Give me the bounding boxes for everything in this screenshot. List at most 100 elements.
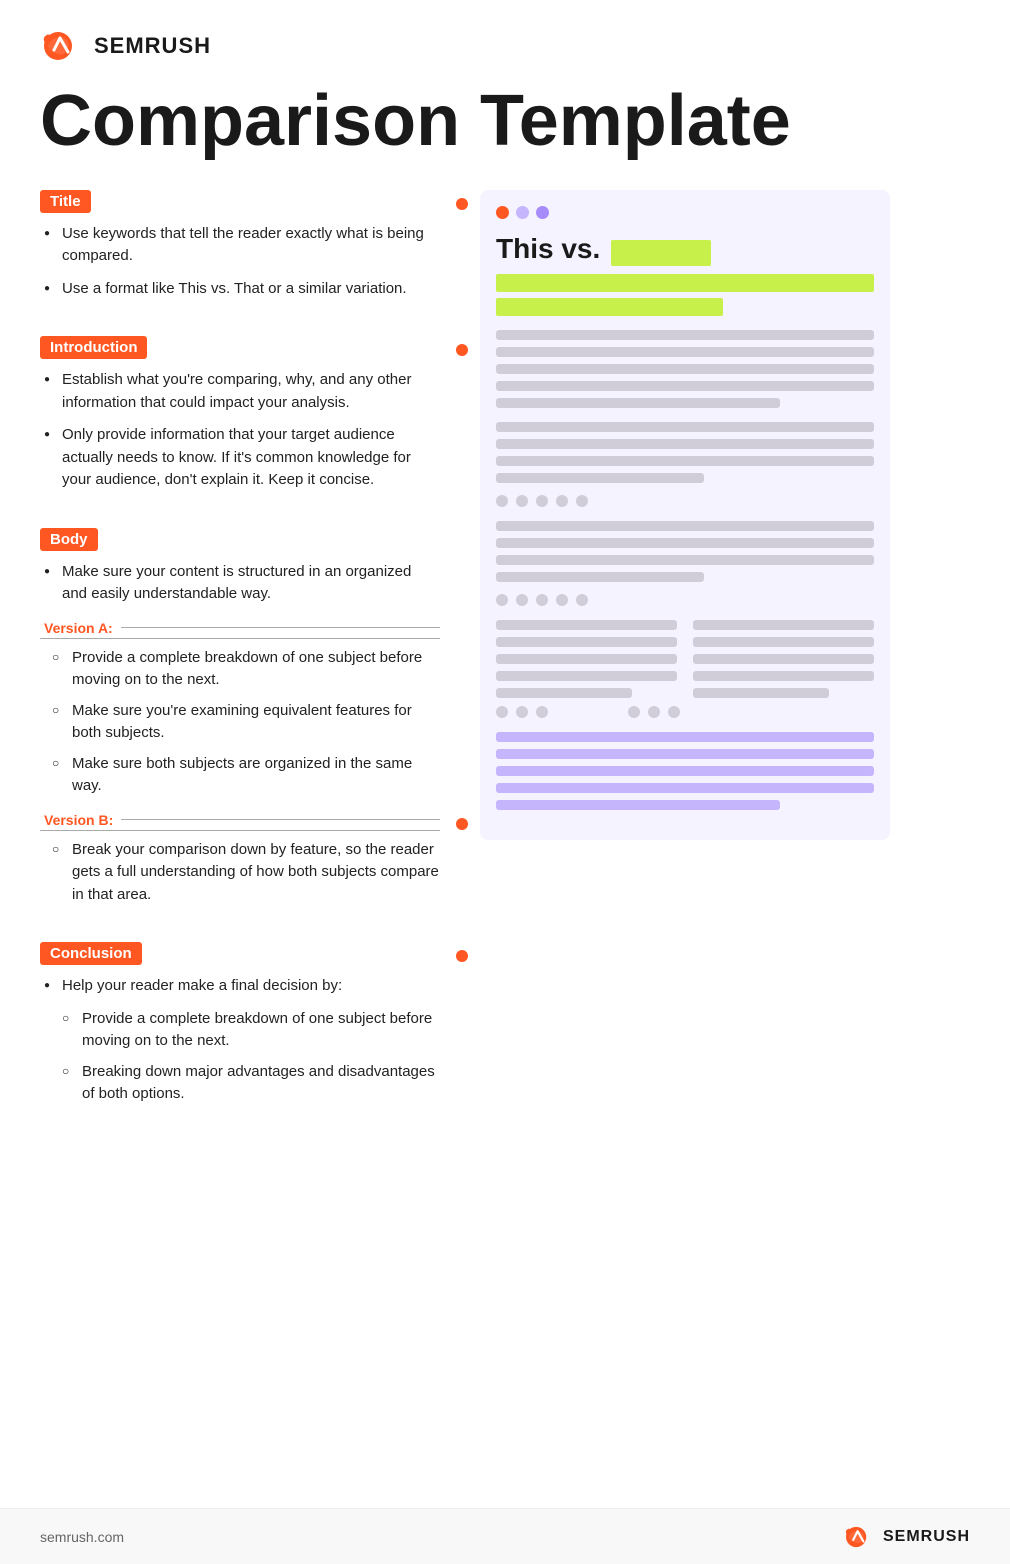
title-section: Title Use keywords that tell the reader … [40, 190, 440, 301]
dot-sm [536, 495, 548, 507]
dot-sm [496, 594, 508, 606]
gray-line-lavender [496, 766, 874, 776]
version-a-label: Version A: [40, 620, 440, 639]
version-a-item-3: Make sure both subjects are organized in… [50, 753, 440, 798]
dot-sm [628, 706, 640, 718]
mockup-green-bar-2 [496, 298, 723, 316]
body-intro-bullets: Make sure your content is structured in … [40, 561, 440, 606]
title-bullet-1: Use keywords that tell the reader exactl… [40, 223, 440, 268]
semrush-logo-icon [40, 28, 84, 64]
introduction-section: Introduction Establish what you're compa… [40, 336, 440, 492]
gray-line [496, 439, 874, 449]
browser-dots [496, 206, 874, 219]
body-section: Body Make sure your content is structure… [40, 528, 440, 907]
dots-row-left [496, 706, 548, 718]
version-a-item-2: Make sure you're examining equivalent fe… [50, 700, 440, 745]
gray-line [496, 572, 704, 582]
mockup-two-col-section [496, 620, 874, 718]
gray-line [496, 671, 677, 681]
browser-dot-1 [496, 206, 509, 219]
mockup-body-lines-2 [496, 521, 874, 606]
dot-sm [668, 706, 680, 718]
version-b-item-1: Break your comparison down by feature, s… [50, 839, 440, 907]
conclusion-intro-bullets: Help your reader make a final decision b… [40, 975, 440, 998]
gray-line [496, 381, 874, 391]
title-label: Title [40, 190, 91, 213]
gray-line-lavender [496, 800, 780, 810]
dot-sm [576, 594, 588, 606]
body-label: Body [40, 528, 98, 551]
mockup-title-highlight [611, 240, 711, 266]
footer-brand-name: SEMRUSH [883, 1528, 970, 1546]
gray-line [496, 330, 874, 340]
dots-row-2 [496, 594, 874, 606]
gray-line [496, 688, 632, 698]
gray-line [496, 521, 874, 531]
mockup-body-lines-1 [496, 422, 874, 507]
conclusion-label: Conclusion [40, 942, 142, 965]
intro-bullet-2: Only provide information that your targe… [40, 424, 440, 492]
mockup-intro-lines [496, 330, 874, 408]
dot-sm [496, 495, 508, 507]
dot-sm [516, 495, 528, 507]
gray-line [693, 688, 829, 698]
left-column: Title Use keywords that tell the reader … [40, 190, 460, 1142]
dot-sm [576, 495, 588, 507]
intro-label: Introduction [40, 336, 147, 359]
dot-sm [496, 706, 508, 718]
title-bullets: Use keywords that tell the reader exactl… [40, 223, 440, 301]
conclusion-section: Conclusion Help your reader make a final… [40, 942, 440, 1106]
gray-line [496, 347, 874, 357]
intro-bullet-1: Establish what you're comparing, why, an… [40, 369, 440, 414]
conclusion-item-2: Breaking down major advantages and disad… [60, 1061, 440, 1106]
mockup-title-section: This vs. [496, 233, 874, 317]
browser-dot-3 [536, 206, 549, 219]
col-lines-right [693, 620, 874, 698]
gray-line [496, 422, 874, 432]
col-lines-left [496, 620, 677, 698]
gray-line [693, 637, 874, 647]
title-bullet-2: Use a format like This vs. That or a sim… [40, 278, 440, 301]
conclusion-intro-bullet: Help your reader make a final decision b… [40, 975, 440, 998]
gray-line [496, 364, 874, 374]
right-column-mockup: This vs. [480, 190, 920, 841]
gray-line [496, 555, 874, 565]
gray-line [693, 671, 874, 681]
gray-lines-body1 [496, 422, 874, 483]
gray-line [693, 654, 874, 664]
dot-sm [536, 706, 548, 718]
content-area: Title Use keywords that tell the reader … [0, 190, 1010, 1142]
browser-dot-2 [516, 206, 529, 219]
gray-line [496, 456, 874, 466]
gray-line-lavender [496, 783, 874, 793]
mockup-conclusion-lines [496, 732, 874, 810]
brand-name: SEMRUSH [94, 33, 211, 59]
gray-line [693, 620, 874, 630]
connector-dot-intro [456, 344, 468, 356]
gray-line [496, 620, 677, 630]
gray-line [496, 654, 677, 664]
gray-line [496, 473, 704, 483]
header: SEMRUSH [0, 0, 1010, 74]
dot-sm [648, 706, 660, 718]
gray-line [496, 398, 780, 408]
gray-lines-conclusion [496, 732, 874, 810]
version-a-item-1: Provide a complete breakdown of one subj… [50, 647, 440, 692]
gray-line-lavender [496, 732, 874, 742]
version-b-list: Break your comparison down by feature, s… [40, 839, 440, 907]
dot-sm [516, 594, 528, 606]
gray-lines-intro [496, 330, 874, 408]
footer-logo-icon [843, 1524, 875, 1550]
gray-line-lavender [496, 749, 874, 759]
footer-logo: SEMRUSH [843, 1524, 970, 1550]
dot-sm [556, 594, 568, 606]
connector-dot-title [456, 198, 468, 210]
dot-sm [536, 594, 548, 606]
gray-line [496, 538, 874, 548]
conclusion-sub-list: Provide a complete breakdown of one subj… [50, 1008, 440, 1106]
dot-sm [516, 706, 528, 718]
version-b-label: Version B: [40, 812, 440, 831]
mockup-card: This vs. [480, 190, 890, 841]
dots-row-1 [496, 495, 874, 507]
footer-url: semrush.com [40, 1529, 124, 1545]
